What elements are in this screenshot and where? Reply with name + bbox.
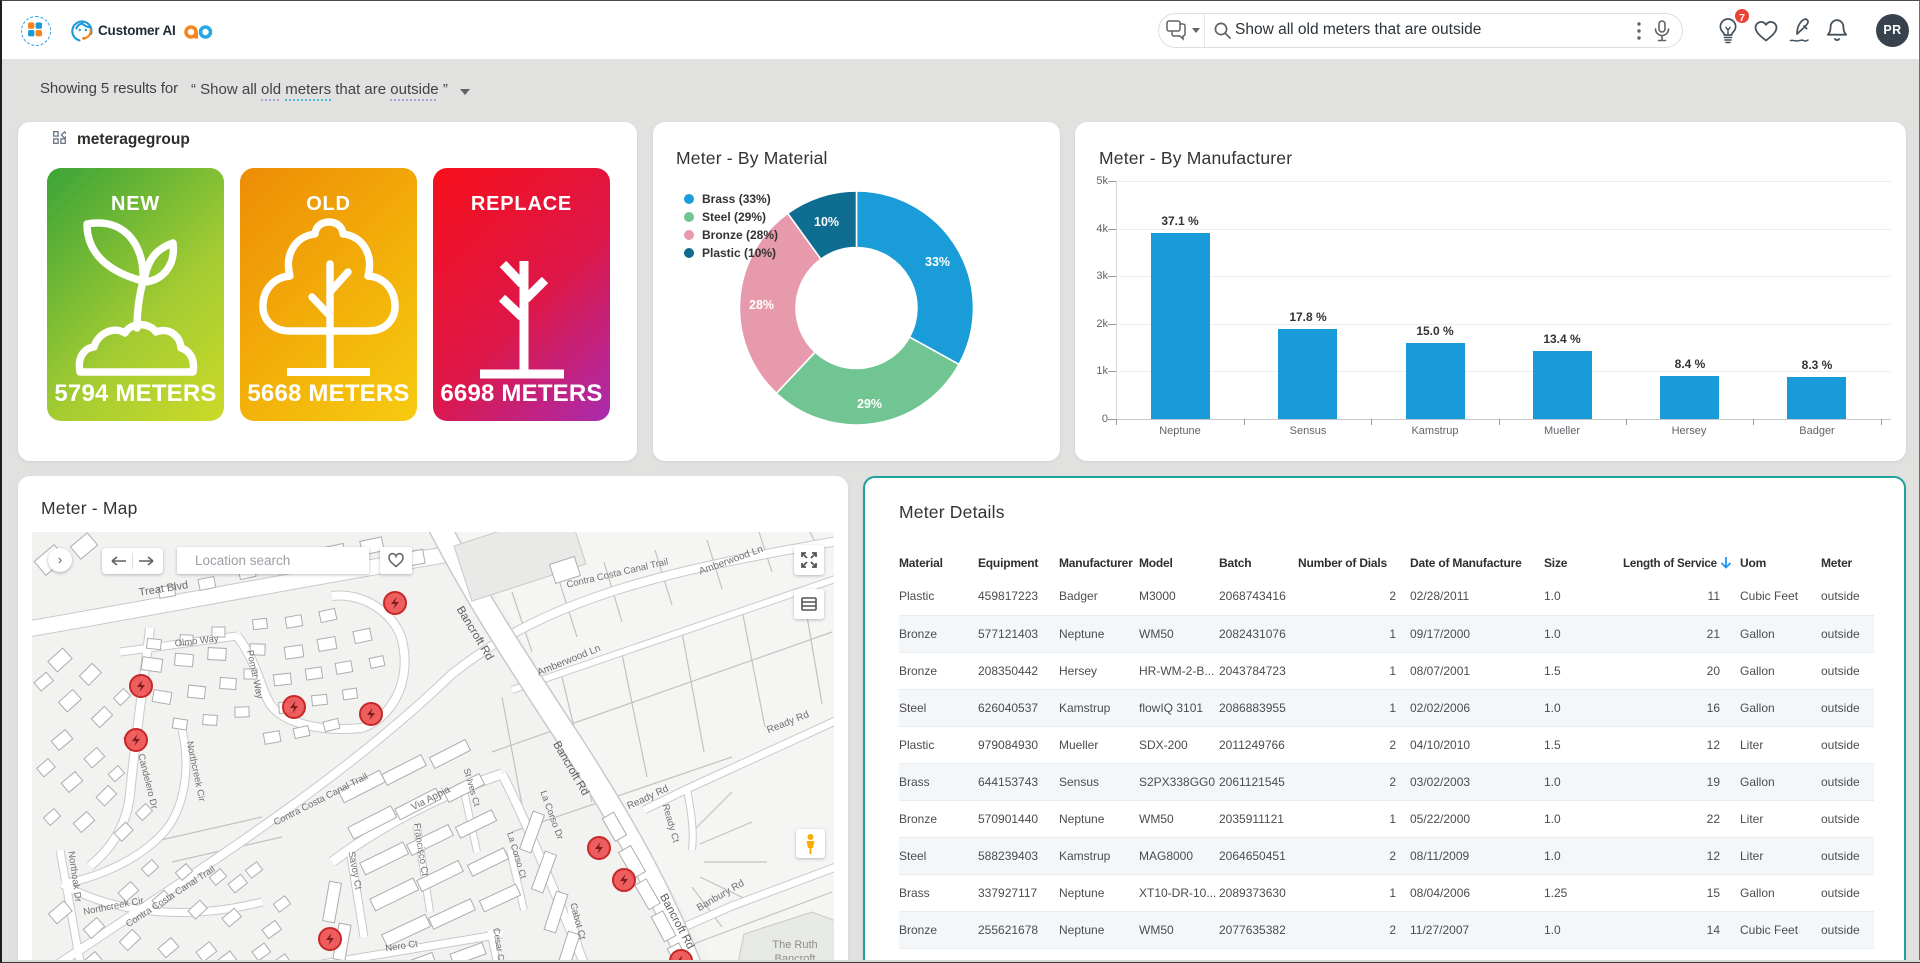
svg-text:The Ruth: The Ruth bbox=[772, 939, 817, 951]
